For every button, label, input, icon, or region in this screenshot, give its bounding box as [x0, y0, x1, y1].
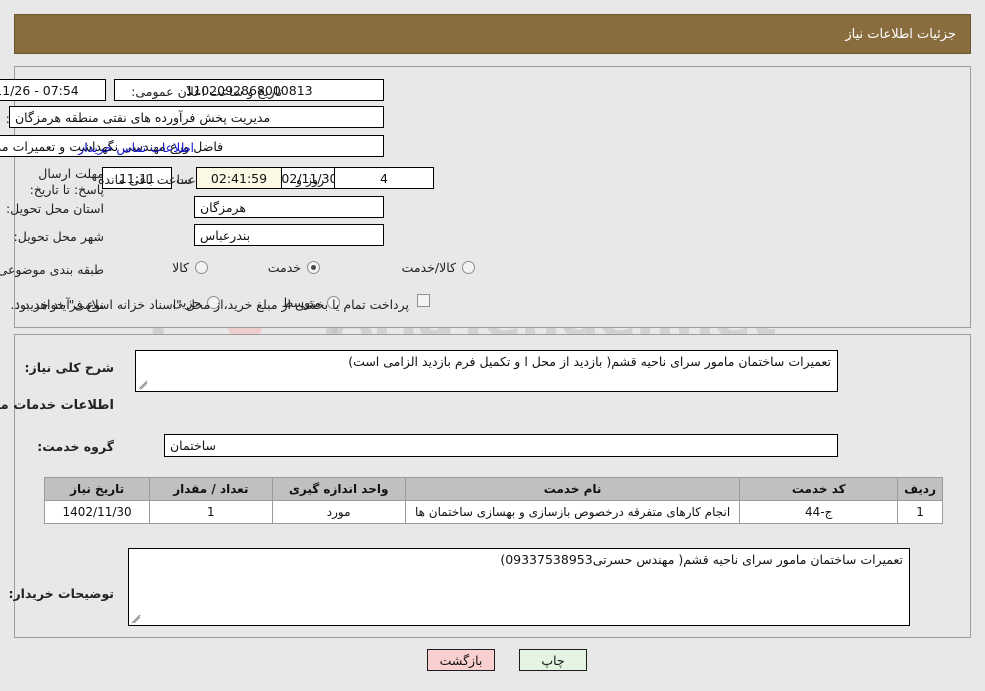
- services-table: ردیف کد خدمت نام خدمت واحد اندازه گیری ت…: [43, 477, 943, 524]
- cell-code: ج-44: [739, 500, 899, 524]
- public-announce-label: تاریخ و ساعت اعلان عمومی:: [131, 84, 282, 99]
- table-header-row: ردیف کد خدمت نام خدمت واحد اندازه گیری ت…: [43, 477, 943, 501]
- cell-name: انجام کارهای متفرقه درخصوص بازسازی و بهس…: [404, 500, 741, 524]
- resize-grip-icon[interactable]: [131, 614, 141, 624]
- province-label: استان محل تحویل:: [5, 201, 104, 216]
- service-group-label: گروه خدمت:: [37, 439, 114, 454]
- treasury-bond-checkbox[interactable]: [417, 294, 430, 307]
- cell-need-date: 1402/11/30: [43, 500, 151, 524]
- radio-kala-icon[interactable]: [195, 261, 208, 274]
- city-value: بندرعباس: [194, 224, 384, 246]
- buyer-org-value: مدیریت پخش فرآورده های نفتی منطقه هرمزگا…: [9, 106, 384, 128]
- service-group-value: ساختمان: [164, 434, 838, 457]
- cell-radif: 1: [897, 500, 943, 524]
- resize-grip-icon[interactable]: [138, 380, 148, 390]
- buyer-notes-value[interactable]: تعمیرات ساختمان مامور سرای ناحیه قشم( مه…: [128, 548, 910, 626]
- public-announce-value: 1402/11/26 - 07:54: [0, 79, 106, 101]
- category-option-label-2: کالا/خدمت: [401, 260, 456, 275]
- col-quantity: تعداد / مقدار: [149, 477, 273, 501]
- cell-unit: مورد: [271, 500, 406, 524]
- city-label: شهر محل تحویل:: [13, 229, 104, 244]
- radio-khedmat-icon[interactable]: [307, 261, 320, 274]
- treasury-bond-label: پرداخت تمام یا بخشی از مبلغ خرید،از محل …: [10, 297, 409, 312]
- category-option-label-0: کالا: [172, 260, 189, 275]
- page-title: جزئیات اطلاعات نیاز: [845, 26, 956, 42]
- buyer-contact-link[interactable]: اطلاعات تماس خریدار: [78, 140, 194, 156]
- general-desc-value[interactable]: تعمیرات ساختمان مامور سرای ناحیه قشم( با…: [135, 350, 838, 392]
- remaining-days-value: 4: [334, 167, 434, 189]
- col-radif: ردیف: [897, 477, 943, 501]
- col-need-date: تاریخ نیاز: [43, 477, 151, 501]
- remaining-days-label: روز و: [296, 172, 325, 187]
- deadline-label: مهلت ارسال پاسخ: تا تاریخ:: [29, 166, 104, 197]
- category-radio-kala-khedmat[interactable]: کالا/خدمت: [402, 260, 475, 275]
- buyer-notes-text: تعمیرات ساختمان مامور سرای ناحیه قشم( مه…: [500, 552, 903, 567]
- col-name: نام خدمت: [404, 477, 741, 501]
- province-value: هرمزگان: [194, 196, 384, 218]
- remaining-countdown-label: ساعت باقی مانده: [98, 172, 191, 187]
- remaining-countdown-value: 02:41:59: [196, 167, 282, 189]
- general-desc-label: شرح کلی نیاز:: [24, 360, 114, 375]
- general-desc-text: تعمیرات ساختمان مامور سرای ناحیه قشم( با…: [348, 354, 831, 369]
- category-option-label-1: خدمت: [267, 260, 301, 275]
- back-button[interactable]: بازگشت: [427, 649, 495, 671]
- radio-kala-khedmat-icon[interactable]: [462, 261, 475, 274]
- window-title-bar: جزئیات اطلاعات نیاز: [14, 14, 971, 54]
- services-section-title: اطلاعات خدمات مورد نیاز: [0, 398, 114, 413]
- category-radio-kala[interactable]: کالا: [172, 260, 208, 275]
- table-row[interactable]: 1 ج-44 انجام کارهای متفرقه درخصوص بازساز…: [43, 500, 943, 524]
- page-root: AriaTender.net جزئیات اطلاعات نیاز شماره…: [0, 0, 985, 691]
- col-code: کد خدمت: [739, 477, 899, 501]
- cell-quantity: 1: [149, 500, 273, 524]
- category-label: طبقه بندی موضوعی:: [0, 262, 104, 277]
- buyer-notes-label: توضیحات خریدار:: [8, 586, 114, 601]
- col-unit: واحد اندازه گیری: [271, 477, 406, 501]
- category-radio-khedmat[interactable]: خدمت: [268, 260, 320, 275]
- print-button[interactable]: چاپ: [519, 649, 587, 671]
